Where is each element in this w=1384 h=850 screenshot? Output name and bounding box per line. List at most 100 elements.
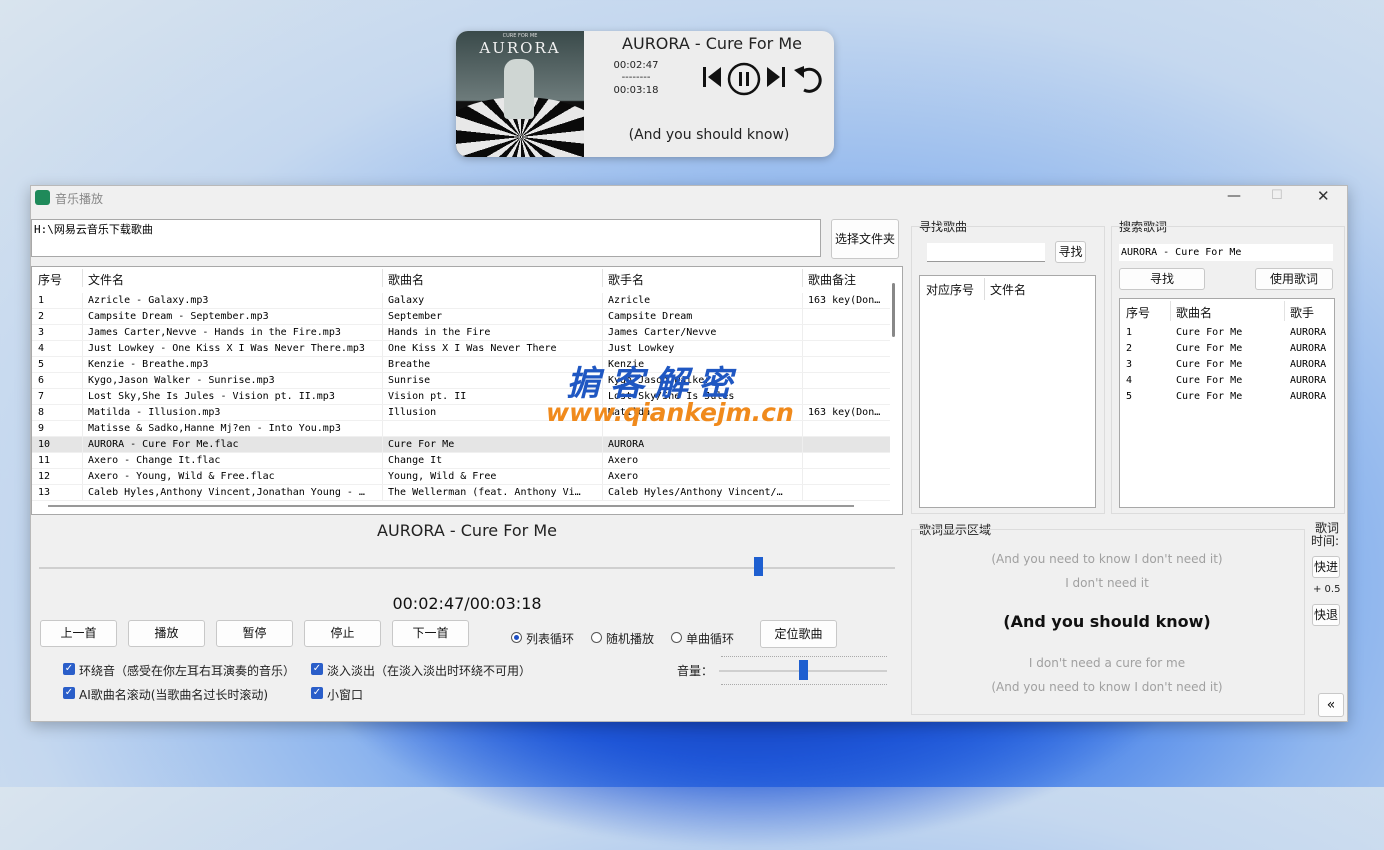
album-art: CURE FOR ME AURORA xyxy=(456,31,584,157)
table-cell: 163 key(Don… xyxy=(808,295,881,306)
close-icon[interactable]: ✕ xyxy=(1317,187,1330,205)
ai-scroll-checkbox[interactable]: ✓ xyxy=(63,687,75,699)
pause-icon[interactable] xyxy=(727,62,761,103)
table-cell: Kygo,Jason Walker - Sunrise.mp3 xyxy=(88,375,275,386)
lyrics-result-header-cell[interactable]: 歌曲名 xyxy=(1176,304,1212,321)
maximize-icon[interactable]: ☐ xyxy=(1271,188,1283,203)
song-table-header-cell[interactable]: 歌曲备注 xyxy=(808,271,856,288)
vertical-scrollbar[interactable] xyxy=(892,283,895,337)
table-row[interactable]: 1 Azricle - Galaxy.mp3 Galaxy Azricle 163 ke… xyxy=(32,293,890,309)
lyric-line: I don't need it xyxy=(1065,576,1149,590)
progress-track[interactable] xyxy=(39,567,895,569)
lyrics-result-cell: Cure For Me xyxy=(1176,391,1243,402)
volume-ticks-top xyxy=(721,656,887,659)
play-button[interactable]: 播放 xyxy=(128,620,205,647)
song-table-header-cell[interactable]: 序号 xyxy=(38,271,62,288)
song-table[interactable]: 序号 文件名 歌曲名 歌手名 歌曲备注 1 Azricle - Galaxy.mp3 Gal… xyxy=(31,266,903,515)
table-row[interactable]: 10 AURORA - Cure For Me.flac Cure For Me AU… xyxy=(32,437,890,453)
song-table-header-cell[interactable]: 歌手名 xyxy=(608,271,644,288)
table-cell: Cure For Me xyxy=(388,439,455,450)
select-folder-button[interactable]: 选择文件夹 xyxy=(831,219,899,259)
repeat-icon[interactable] xyxy=(792,64,826,101)
window-title: 音乐播放 xyxy=(55,192,104,206)
mode-list-loop-label: 列表循环 xyxy=(526,632,575,646)
collapse-button[interactable]: « xyxy=(1318,693,1344,717)
mini-time-separator: -------- xyxy=(621,72,651,83)
mini-window-label: 小窗口 xyxy=(327,688,364,702)
mode-shuffle-radio[interactable] xyxy=(591,632,602,643)
song-table-header-cell[interactable]: 歌曲名 xyxy=(388,271,424,288)
table-cell: 1 xyxy=(38,295,45,306)
next-icon[interactable] xyxy=(766,64,786,97)
find-song-table[interactable]: 对应序号 文件名 xyxy=(919,275,1096,508)
mode-single-loop-label: 单曲循环 xyxy=(686,632,735,646)
surround-label: 环绕音（感受在你左耳右耳演奏的音乐） xyxy=(79,664,296,678)
table-cell: 6 xyxy=(38,375,45,386)
lyrics-result-header-cell[interactable]: 序号 xyxy=(1126,304,1150,321)
lyrics-result-cell: Cure For Me xyxy=(1176,327,1243,338)
fade-checkbox[interactable]: ✓ xyxy=(311,663,323,675)
forward-button[interactable]: 快进 xyxy=(1312,556,1340,578)
use-lyrics-button[interactable]: 使用歌词 xyxy=(1255,268,1333,290)
mini-window-checkbox[interactable]: ✓ xyxy=(311,687,323,699)
fade-label: 淡入淡出（在淡入淡出时环绕不可用） xyxy=(327,664,532,678)
lyrics-result-row[interactable]: 2 Cure For Me AURORA xyxy=(1120,341,1332,357)
table-row[interactable]: 3 James Carter,Nevve - Hands in the Fire.… xyxy=(32,325,890,341)
mode-list-loop-radio[interactable] xyxy=(511,632,522,643)
table-row[interactable]: 6 Kygo,Jason Walker - Sunrise.mp3 Sunrise K… xyxy=(32,373,890,389)
table-cell: Just Lowkey xyxy=(608,343,675,354)
mode-shuffle-label: 随机播放 xyxy=(606,632,655,646)
lyrics-result-row[interactable]: 5 Cure For Me AURORA xyxy=(1120,389,1332,405)
mini-total-time: 00:03:18 xyxy=(613,85,659,96)
lyrics-result-cell: 4 xyxy=(1126,375,1133,386)
table-cell: One Kiss X I Was Never There xyxy=(388,343,557,354)
mini-current-time: 00:02:47 xyxy=(613,60,659,71)
table-row[interactable]: 5 Kenzie - Breathe.mp3 Breathe Kenzie xyxy=(32,357,890,373)
table-row[interactable]: 12 Axero - Young, Wild & Free.flac Young, … xyxy=(32,469,890,485)
previous-button[interactable]: 上一首 xyxy=(40,620,117,647)
progress-thumb[interactable] xyxy=(754,557,764,576)
table-cell: 13 xyxy=(38,487,51,498)
table-cell: 8 xyxy=(38,407,45,418)
table-cell: AURORA xyxy=(608,439,645,450)
rewind-button[interactable]: 快退 xyxy=(1312,604,1340,626)
table-row[interactable]: 11 Axero - Change It.flac Change It Axero xyxy=(32,453,890,469)
table-cell: Caleb Hyles,Anthony Vincent,Jonathan You… xyxy=(88,487,365,498)
lyrics-result-row[interactable]: 4 Cure For Me AURORA xyxy=(1120,373,1332,389)
table-row[interactable]: 2 Campsite Dream - September.mp3 September… xyxy=(32,309,890,325)
table-cell: September xyxy=(388,311,443,322)
mode-single-loop-radio[interactable] xyxy=(671,632,682,643)
song-table-header-cell[interactable]: 文件名 xyxy=(88,271,124,288)
surround-checkbox[interactable]: ✓ xyxy=(63,663,75,675)
lyrics-result-row[interactable]: 1 Cure For Me AURORA xyxy=(1120,325,1332,341)
find-song-input[interactable] xyxy=(927,243,1045,262)
table-cell: James Carter,Nevve - Hands in the Fire.m… xyxy=(88,327,341,338)
folder-path-field[interactable]: H:\网易云音乐下载歌曲 xyxy=(31,219,821,257)
locate-song-button[interactable]: 定位歌曲 xyxy=(760,620,837,648)
volume-ticks-bottom xyxy=(721,684,887,687)
stop-button[interactable]: 停止 xyxy=(304,620,381,647)
table-cell: Matilda - Illusion.mp3 xyxy=(88,407,221,418)
table-cell: 163 key(Don… xyxy=(808,407,881,418)
minimize-icon[interactable]: — xyxy=(1227,188,1241,204)
lyrics-result-cell: Cure For Me xyxy=(1176,359,1243,370)
horizontal-scrollbar[interactable] xyxy=(48,505,854,507)
previous-icon[interactable] xyxy=(702,64,722,97)
lyrics-search-input[interactable]: AURORA - Cure For Me xyxy=(1119,244,1333,261)
lyrics-search-button[interactable]: 寻找 xyxy=(1119,268,1205,290)
lyric-line: I don't need a cure for me xyxy=(1028,656,1186,670)
table-row[interactable]: 4 Just Lowkey - One Kiss X I Was Never Th… xyxy=(32,341,890,357)
table-row[interactable]: 13 Caleb Hyles,Anthony Vincent,Jonathan Y… xyxy=(32,485,890,501)
volume-thumb[interactable] xyxy=(799,660,808,680)
table-cell: Hands in the Fire xyxy=(388,327,491,338)
lyrics-result-header-cell[interactable]: 歌手 xyxy=(1290,304,1314,321)
find-song-button[interactable]: 寻找 xyxy=(1055,241,1086,263)
lyrics-result-row[interactable]: 3 Cure For Me AURORA xyxy=(1120,357,1332,373)
mini-song-title: AURORA - Cure For Me xyxy=(622,34,802,53)
lyrics-result-cell: 3 xyxy=(1126,359,1133,370)
pause-button[interactable]: 暂停 xyxy=(216,620,293,647)
table-cell: Campsite Dream - September.mp3 xyxy=(88,311,269,322)
next-button[interactable]: 下一首 xyxy=(392,620,469,647)
lyrics-result-table[interactable]: 序号 歌曲名 歌手 1 Cure For Me AURORA 2 Cure For Me AU… xyxy=(1119,298,1335,508)
table-cell: Change It xyxy=(388,455,443,466)
